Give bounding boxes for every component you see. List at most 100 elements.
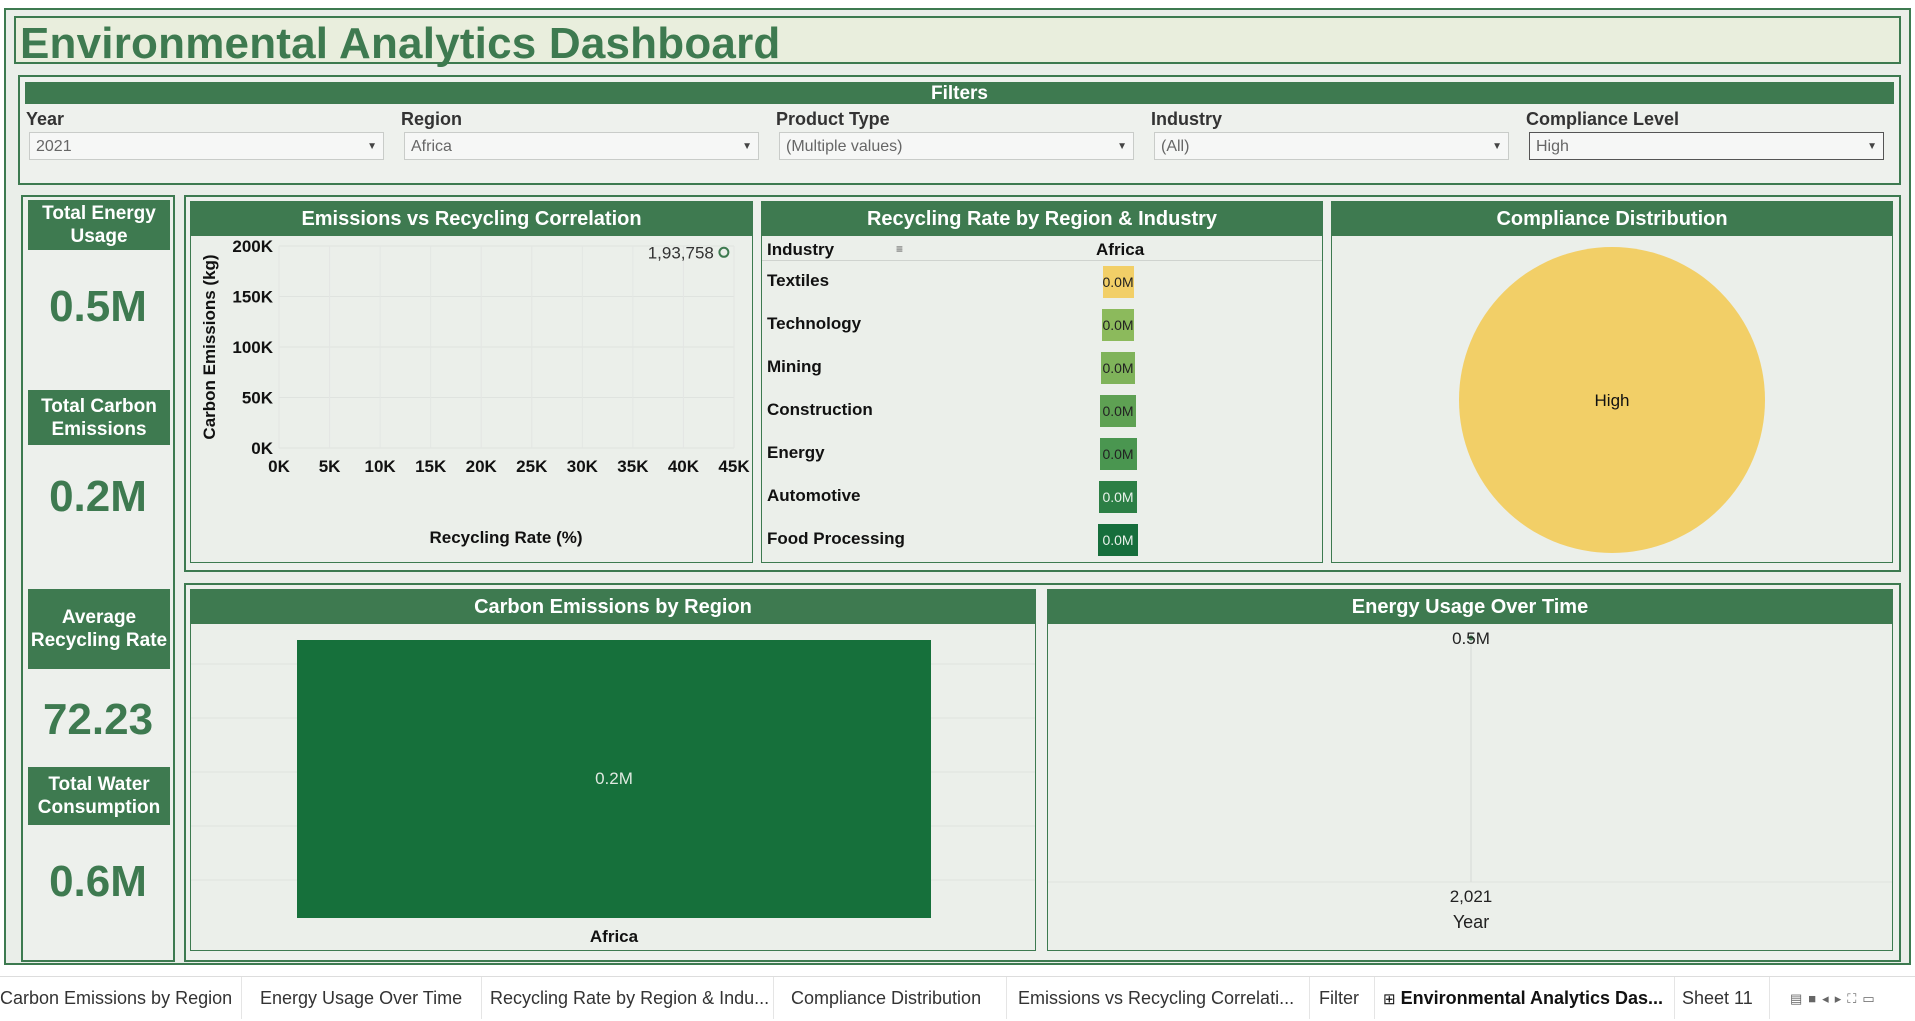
filter-region: Region Africa ▼ xyxy=(397,108,759,160)
pie-title: Compliance Distribution xyxy=(1332,202,1892,236)
dashboard: Environmental Analytics Dashboard Filter… xyxy=(4,8,1911,965)
tab-recycling-rate[interactable]: Recycling Rate by Region & Indu... xyxy=(482,977,774,1019)
dashboard-icon: ⊞ xyxy=(1383,991,1396,1008)
heatmap-cell[interactable]: 0.0M xyxy=(1098,481,1138,513)
filter-label: Industry xyxy=(1151,109,1223,129)
scatter-panel: Emissions vs Recycling Correlation 200K 1… xyxy=(190,201,753,563)
tab-compliance-distribution[interactable]: Compliance Distribution xyxy=(783,977,1007,1019)
heatmap-panel: Recycling Rate by Region & Industry Indu… xyxy=(761,201,1323,563)
scatter-point[interactable] xyxy=(718,246,730,258)
product-type-dropdown[interactable]: (Multiple values) ▼ xyxy=(779,132,1134,160)
filters-panel: Filters Year 2021 ▼ Region Africa ▼ Produc… xyxy=(18,75,1901,185)
caret-down-icon: ▼ xyxy=(1117,141,1127,152)
line-chart: 0.5M 2,021 Year xyxy=(1048,629,1892,932)
filter-label: Product Type xyxy=(776,109,890,129)
industry-dropdown[interactable]: (All) ▼ xyxy=(1154,132,1509,160)
previous-sheet-icon[interactable]: ◂ xyxy=(1822,991,1835,1006)
filter-label: Region xyxy=(401,109,462,129)
kpi-label: Average Recycling Rate xyxy=(28,589,170,669)
heatmap-cell[interactable]: 0.0M xyxy=(1102,266,1134,298)
show-filmstrip-icon[interactable]: ▤ xyxy=(1790,991,1808,1006)
dropdown-value: (All) xyxy=(1161,138,1190,155)
kpi-value: 0.6M xyxy=(49,857,147,906)
kpi-value: 0.2M xyxy=(49,472,147,521)
heatmap-title: Recycling Rate by Region & Industry xyxy=(762,202,1322,236)
line-point-label: 0.5M xyxy=(1452,629,1490,648)
y-tick-label: 50K xyxy=(242,389,274,408)
filters-heading: Filters xyxy=(25,82,1894,104)
bar-panel: Carbon Emissions by Region 0.2M Africa xyxy=(190,589,1036,951)
compliance-level-dropdown[interactable]: High ▼ xyxy=(1529,132,1884,160)
x-tick-label: 10K xyxy=(365,457,397,476)
scatter-title: Emissions vs Recycling Correlation xyxy=(191,202,752,236)
y-tick-label: 0K xyxy=(251,439,273,458)
y-axis-title: Carbon Emissions (kg) xyxy=(200,254,219,439)
heatmap-row-label: Food Processing xyxy=(767,529,905,548)
region-dropdown[interactable]: Africa ▼ xyxy=(404,132,759,160)
line-panel: Energy Usage Over Time 0.5M 2,021 Year xyxy=(1047,589,1893,951)
heatmap-row-label: Textiles xyxy=(767,271,830,290)
heatmap-row-header: Industry xyxy=(767,240,835,259)
tab-label: Environmental Analytics Das... xyxy=(1400,988,1664,1008)
heatmap-row-label: Construction xyxy=(767,400,873,419)
year-dropdown[interactable]: 2021 ▼ xyxy=(29,132,384,160)
tab-carbon-emissions-by-region[interactable]: Carbon Emissions by Region xyxy=(0,977,242,1019)
kpi-label: Total Carbon Emissions xyxy=(28,390,170,445)
heatmap-cell[interactable]: 0.0M xyxy=(1100,395,1136,427)
heatmap-cell[interactable]: 0.0M xyxy=(1101,352,1135,384)
dropdown-value: 2021 xyxy=(36,138,72,155)
scatter-point-label: 1,93,758 xyxy=(648,243,714,262)
dropdown-value: Africa xyxy=(411,138,452,155)
sort-icon[interactable]: ≡ xyxy=(896,242,903,256)
bottom-charts-row: Carbon Emissions by Region 0.2M Africa E… xyxy=(184,583,1901,962)
header-divider xyxy=(762,260,1322,261)
tab-emissions-vs-recycling[interactable]: Emissions vs Recycling Correlati... xyxy=(1010,977,1310,1019)
kpi-column: Total Energy Usage 0.5M Total Carbon Emi… xyxy=(21,195,175,962)
title-bar: Environmental Analytics Dashboard xyxy=(14,16,1901,68)
kpi-value: 72.23 xyxy=(42,695,154,744)
heatmap-cell[interactable]: 0.0M xyxy=(1099,438,1137,470)
sheet-tabs: Carbon Emissions by Region Energy Usage … xyxy=(0,976,1915,1019)
show-tabs-icon[interactable]: ■ xyxy=(1808,991,1822,1006)
heatmap-row-label: Technology xyxy=(767,314,862,333)
heatmap-cell[interactable]: 0.0M xyxy=(1101,309,1135,341)
x-tick-label: 5K xyxy=(319,457,341,476)
bar-value-label: 0.2M xyxy=(595,769,633,788)
bar-title: Carbon Emissions by Region xyxy=(191,590,1035,624)
filter-label: Year xyxy=(26,109,65,129)
heatmap-row-label: Automotive xyxy=(767,486,861,505)
next-sheet-icon[interactable]: ▸ xyxy=(1835,991,1848,1006)
tab-environmental-analytics-dashboard[interactable]: ⊞ Environmental Analytics Das... xyxy=(1375,977,1675,1019)
filter-industry: Industry (All) ▼ xyxy=(1147,108,1509,160)
x-tick-label: 25K xyxy=(516,457,548,476)
x-tick-label: 0K xyxy=(268,457,290,476)
x-tick-label: 30K xyxy=(567,457,599,476)
tab-sheet-11[interactable]: Sheet 11 xyxy=(1674,977,1770,1019)
y-tick-label: 100K xyxy=(232,338,273,357)
dropdown-value: High xyxy=(1536,138,1569,155)
heatmap-row-label: Mining xyxy=(767,357,822,376)
tab-filter[interactable]: Filter xyxy=(1311,977,1375,1019)
x-tick-label: 35K xyxy=(617,457,649,476)
caret-down-icon: ▼ xyxy=(742,141,752,152)
pie-chart: High xyxy=(1459,247,1765,553)
scatter-chart: 200K 150K 100K 50K 0K0K 5K 10K 15K 20K 25K 30K 35K 4… xyxy=(200,237,750,547)
top-charts-row: Emissions vs Recycling Correlation 200K 1… xyxy=(184,195,1901,572)
kpi-label: Total Energy Usage xyxy=(28,200,170,250)
kpi-value: 0.5M xyxy=(49,282,147,331)
filter-compliance-level: Compliance Level High ▼ xyxy=(1522,108,1884,160)
filter-product-type: Product Type (Multiple values) ▼ xyxy=(772,108,1134,160)
presentation-icon[interactable]: ▭ xyxy=(1862,991,1880,1006)
tab-energy-usage-over-time[interactable]: Energy Usage Over Time xyxy=(252,977,482,1019)
fit-icon[interactable]: ⛶ xyxy=(1847,991,1862,1006)
bar-category-label: Africa xyxy=(590,927,639,946)
line-x-tick: 2,021 xyxy=(1450,887,1493,906)
x-tick-label: 40K xyxy=(668,457,700,476)
y-tick-label: 200K xyxy=(232,237,273,256)
filter-label: Compliance Level xyxy=(1526,109,1680,129)
caret-down-icon: ▼ xyxy=(1492,141,1502,152)
heatmap-column-header: Africa xyxy=(1096,240,1145,259)
heatmap-cell[interactable]: 0.0M xyxy=(1098,524,1138,556)
caret-down-icon: ▼ xyxy=(367,141,377,152)
x-axis-title: Recycling Rate (%) xyxy=(429,528,582,547)
